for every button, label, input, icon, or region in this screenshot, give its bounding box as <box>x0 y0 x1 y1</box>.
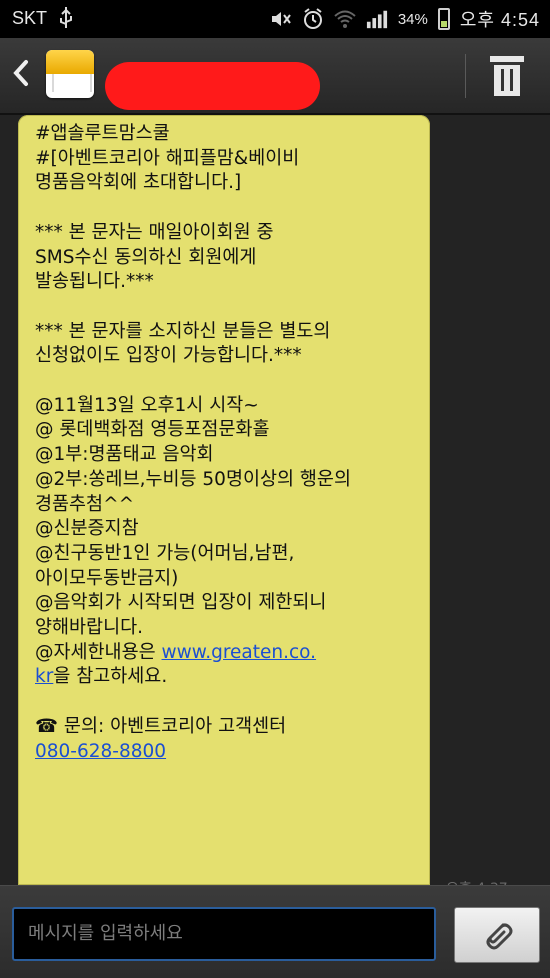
phone-link[interactable]: 080-628-8800 <box>35 741 166 762</box>
back-arrow-icon[interactable] <box>10 56 38 96</box>
trash-icon[interactable] <box>488 56 526 98</box>
message-input[interactable]: 메시지를 입력하세요 <box>12 907 436 961</box>
alarm-icon <box>302 8 324 30</box>
battery-icon <box>437 8 450 30</box>
message-text-after-link: 을 참고하세요. <box>53 666 168 688</box>
mute-icon <box>270 8 292 30</box>
composer-bar: 메시지를 입력하세요 <box>0 885 550 978</box>
envelope-icon <box>46 50 94 98</box>
contact-line: ☎ 문의: 아벤트코리아 고객센터 <box>35 715 287 737</box>
signal-icon <box>366 8 388 30</box>
clock: 오후 4:54 <box>459 10 540 30</box>
carrier-label: SKT <box>12 8 48 28</box>
message-list[interactable]: #앱솔루트맘스쿨 #[아벤트코리아 해피플맘&베이비 명품음악회에 초대합니다.… <box>0 115 550 885</box>
header-divider <box>465 54 466 98</box>
conversation-header <box>0 38 550 115</box>
battery-percent: 34% <box>397 10 428 28</box>
paperclip-icon <box>486 923 513 950</box>
wifi-icon <box>334 8 356 30</box>
message-text: #앱솔루트맘스쿨 #[아벤트코리아 해피플맘&베이비 명품음악회에 초대합니다.… <box>35 123 351 663</box>
attach-button[interactable] <box>454 907 540 963</box>
status-bar: SKT 34% 오후 4:54 <box>0 0 550 38</box>
usb-icon <box>58 6 74 35</box>
message-body: #앱솔루트맘스쿨 #[아벤트코리아 해피플맘&베이비 명품음악회에 초대합니다.… <box>35 122 430 764</box>
contact-name-redaction <box>105 62 320 110</box>
